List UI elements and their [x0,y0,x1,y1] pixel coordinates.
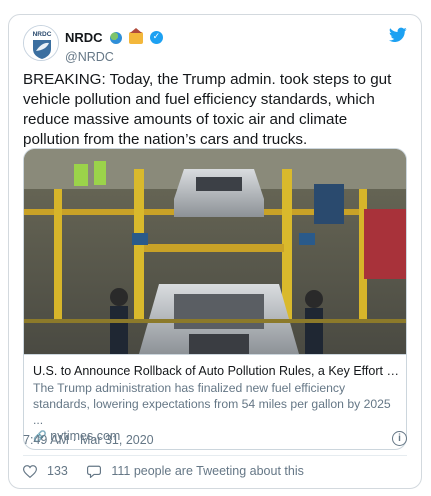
reply-bubble-icon [87,465,102,478]
like-count: 133 [47,464,68,478]
heart-icon [23,464,37,478]
conversation-button[interactable]: 111 people are Tweeting about this [87,464,304,478]
link-title[interactable]: U.S. to Announce Rollback of Auto Pollut… [33,363,399,379]
avatar-label: NRDC [33,31,52,38]
info-icon[interactable]: i [392,431,407,446]
user-handle[interactable]: @NRDC [65,50,163,64]
verified-badge-icon: ✓ [149,31,163,45]
conversation-text: 111 people are Tweeting about this [111,464,304,478]
house-emoji-icon [129,27,144,44]
author-names: NRDC ✓ @NRDC [65,27,163,64]
tweet-meta: 7:49 AM · Mar 31, 2020 i [23,431,407,447]
display-name[interactable]: NRDC [65,30,103,45]
avatar[interactable]: NRDC [23,25,59,61]
twitter-bird-icon[interactable] [389,27,407,43]
like-button[interactable]: 133 [23,464,68,478]
earth-emoji-icon [110,31,123,44]
link-preview-info[interactable]: U.S. to Announce Rollback of Auto Pollut… [24,354,406,443]
nrdc-logo-icon: NRDC [24,26,58,60]
tweet-text: BREAKING: Today, the Trump admin. took s… [23,71,392,148]
tweet-card: NRDC NRDC ✓ @NRDC BREAKING: Today, the T… [8,14,422,489]
tweet-header: NRDC NRDC ✓ @NRDC [23,25,407,65]
link-card[interactable]: U.S. to Announce Rollback of Auto Pollut… [23,148,407,450]
divider [23,455,407,456]
link-description: The Trump administration has finalized n… [33,381,391,427]
timestamp[interactable]: 7:49 AM · Mar 31, 2020 [23,433,154,447]
article-photo[interactable] [24,149,407,354]
tweet-actions: 133 111 people are Tweeting about this [23,464,407,481]
